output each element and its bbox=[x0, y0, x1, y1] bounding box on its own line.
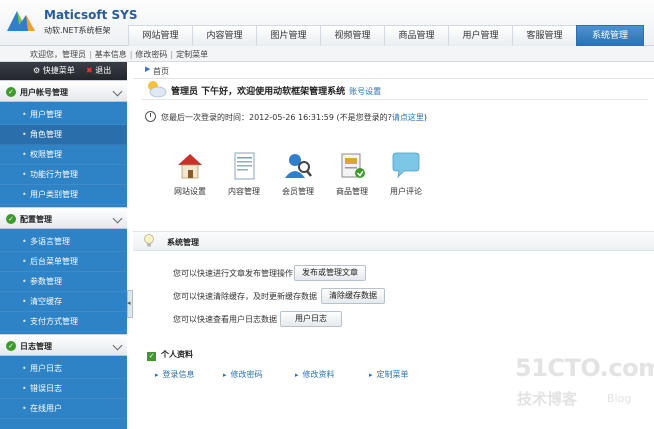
close-icon: ✖ bbox=[86, 66, 93, 75]
main-content: ▶ 首页 管理员 下午好，欢迎使用动软框架管理系统 账号设置 您最后一次登录的时间… bbox=[133, 62, 654, 429]
house-icon bbox=[178, 154, 202, 179]
tab-products[interactable]: 商品管理 bbox=[384, 25, 449, 46]
header: Maticsoft SYS 动软.NET系统框架 网站管理 内容管理 图片管理 … bbox=[0, 0, 654, 46]
arrow-right-icon: ▶ bbox=[145, 65, 151, 73]
logout-button[interactable]: ✖ 退出 bbox=[86, 65, 111, 76]
logo[interactable]: Maticsoft SYS 动软.NET系统框架 bbox=[4, 5, 138, 37]
top-nav: 网站管理 内容管理 图片管理 视频管理 商品管理 用户管理 客服管理 系统管理 bbox=[128, 25, 644, 46]
tab-images[interactable]: 图片管理 bbox=[256, 25, 321, 46]
sidebar-item-user-mgmt[interactable]: 用户管理 bbox=[0, 105, 127, 125]
comment-icon bbox=[392, 152, 420, 179]
section-config-header[interactable]: ✓ 配置管理 bbox=[0, 207, 127, 229]
sidebar-item-user-log[interactable]: 用户日志 bbox=[0, 359, 127, 379]
chevron-down-icon bbox=[112, 340, 123, 351]
sidebar-item-usertype-mgmt[interactable]: 用户类别管理 bbox=[0, 185, 127, 205]
watermark: 51CTO.com 技术博客 Blog bbox=[515, 354, 654, 408]
chevron-down-icon bbox=[112, 213, 123, 224]
welcome-text: 欢迎您，管理员 bbox=[30, 50, 86, 59]
product-icon bbox=[341, 153, 365, 178]
sidebar: ⚙ 快捷菜单 ✖ 退出 ✓ 用户帐号管理 用户管理 角色管理 权限管理 功能行为… bbox=[0, 62, 127, 429]
account-settings-link[interactable]: 账号设置 bbox=[349, 87, 381, 96]
tab-users[interactable]: 用户管理 bbox=[448, 25, 513, 46]
check-icon: ✓ bbox=[6, 87, 16, 97]
link-change-password[interactable]: 修改密码 bbox=[135, 50, 167, 59]
clock-icon bbox=[145, 111, 156, 122]
weather-sun-cloud-icon bbox=[148, 81, 167, 98]
sidebar-item-menu-mgmt[interactable]: 后台菜单管理 bbox=[0, 252, 127, 272]
tab-content[interactable]: 内容管理 bbox=[192, 25, 257, 46]
quick-menu-button[interactable]: ⚙ 快捷菜单 bbox=[33, 65, 75, 76]
profile-header: ✓ 个人资料 bbox=[147, 349, 193, 361]
sidebar-item-action-mgmt[interactable]: 功能行为管理 bbox=[0, 165, 127, 185]
check-icon: ✓ bbox=[147, 352, 156, 361]
link-basic-info[interactable]: 基本信息 bbox=[95, 50, 127, 59]
section-config-items: 多语言管理 后台菜单管理 参数管理 清空缓存 支付方式管理 bbox=[0, 229, 127, 334]
sidebar-item-payment-mgmt[interactable]: 支付方式管理 bbox=[0, 312, 127, 332]
shortcut-icons: 网站设置 内容管理 会员管理 商品管理 用户评论 bbox=[163, 150, 433, 197]
click-here-link[interactable]: 请点这里 bbox=[392, 113, 424, 122]
sidebar-item-permission-mgmt[interactable]: 权限管理 bbox=[0, 145, 127, 165]
breadcrumb-home[interactable]: 首页 bbox=[153, 66, 169, 77]
document-icon bbox=[234, 152, 255, 180]
sidebar-item-error-log[interactable]: 错误日志 bbox=[0, 379, 127, 399]
last-login-text: 您最后一次登录的时间：2012-05-26 16:31:59 (不是您登录的? bbox=[161, 113, 392, 122]
shortcut-content-mgmt[interactable]: 内容管理 bbox=[217, 150, 271, 197]
brand-subtitle: 动软.NET系统框架 bbox=[44, 26, 111, 35]
user-bar: 欢迎您，管理员 | 基本信息 | 修改密码 | 定制菜单 bbox=[0, 46, 654, 62]
tab-video[interactable]: 视频管理 bbox=[320, 25, 385, 46]
last-login-close: ) bbox=[423, 113, 427, 122]
shortcut-user-comments[interactable]: 用户评论 bbox=[379, 150, 433, 197]
divider bbox=[141, 99, 648, 100]
tab-service[interactable]: 客服管理 bbox=[512, 25, 577, 46]
link-custom-menu[interactable]: 定制菜单 bbox=[176, 50, 208, 59]
link-change-password-profile[interactable]: 修改密码 bbox=[223, 369, 263, 380]
sidebar-item-online-users[interactable]: 在线用户 bbox=[0, 399, 127, 419]
shortcut-member-mgmt[interactable]: 会员管理 bbox=[271, 150, 325, 197]
last-login-info: 您最后一次登录的时间：2012-05-26 16:31:59 (不是您登录的?请… bbox=[145, 111, 427, 123]
check-icon: ✓ bbox=[6, 214, 16, 224]
link-login-info[interactable]: 登录信息 bbox=[155, 369, 195, 380]
quick-bar: ⚙ 快捷菜单 ✖ 退出 bbox=[0, 62, 127, 80]
shortcut-product-mgmt[interactable]: 商品管理 bbox=[325, 150, 379, 197]
logo-mark-icon bbox=[7, 11, 35, 31]
greeting-text: 管理员 下午好，欢迎使用动软框架管理系统 bbox=[171, 87, 346, 97]
lightbulb-icon bbox=[144, 234, 154, 247]
welcome-banner: 管理员 下午好，欢迎使用动软框架管理系统 账号设置 bbox=[141, 78, 651, 100]
publish-article-button[interactable]: 发布或管理文章 bbox=[294, 265, 366, 281]
user-log-button[interactable]: 用户日志 bbox=[280, 311, 342, 327]
system-management-header: 系统管理 bbox=[133, 231, 654, 251]
section-account-header[interactable]: ✓ 用户帐号管理 bbox=[0, 80, 127, 102]
tab-system[interactable]: 系统管理 bbox=[576, 25, 644, 46]
section-log-header[interactable]: ✓ 日志管理 bbox=[0, 334, 127, 356]
users-icon bbox=[285, 154, 312, 178]
chevron-down-icon bbox=[112, 86, 123, 97]
link-edit-profile[interactable]: 修改资料 bbox=[295, 369, 335, 380]
section-account-items: 用户管理 角色管理 权限管理 功能行为管理 用户类别管理 bbox=[0, 102, 127, 207]
sidebar-item-language-mgmt[interactable]: 多语言管理 bbox=[0, 232, 127, 252]
clear-cache-button[interactable]: 清除缓存数据 bbox=[321, 288, 385, 304]
tab-website[interactable]: 网站管理 bbox=[128, 25, 193, 46]
check-icon: ✓ bbox=[6, 341, 16, 351]
brand-name: Maticsoft SYS bbox=[44, 8, 138, 22]
section-log-items: 用户日志 错误日志 在线用户 bbox=[0, 356, 127, 421]
gear-icon: ⚙ bbox=[33, 66, 41, 75]
shortcut-website-settings[interactable]: 网站设置 bbox=[163, 150, 217, 197]
sidebar-item-clear-cache[interactable]: 清空缓存 bbox=[0, 292, 127, 312]
breadcrumb: ▶ 首页 bbox=[133, 62, 654, 79]
link-custom-menu-profile[interactable]: 定制菜单 bbox=[369, 369, 409, 380]
system-management-title: 系统管理 bbox=[167, 238, 199, 247]
sidebar-item-role-mgmt[interactable]: 角色管理 bbox=[0, 125, 127, 145]
sidebar-item-param-mgmt[interactable]: 参数管理 bbox=[0, 272, 127, 292]
profile-title: 个人资料 bbox=[161, 350, 193, 359]
